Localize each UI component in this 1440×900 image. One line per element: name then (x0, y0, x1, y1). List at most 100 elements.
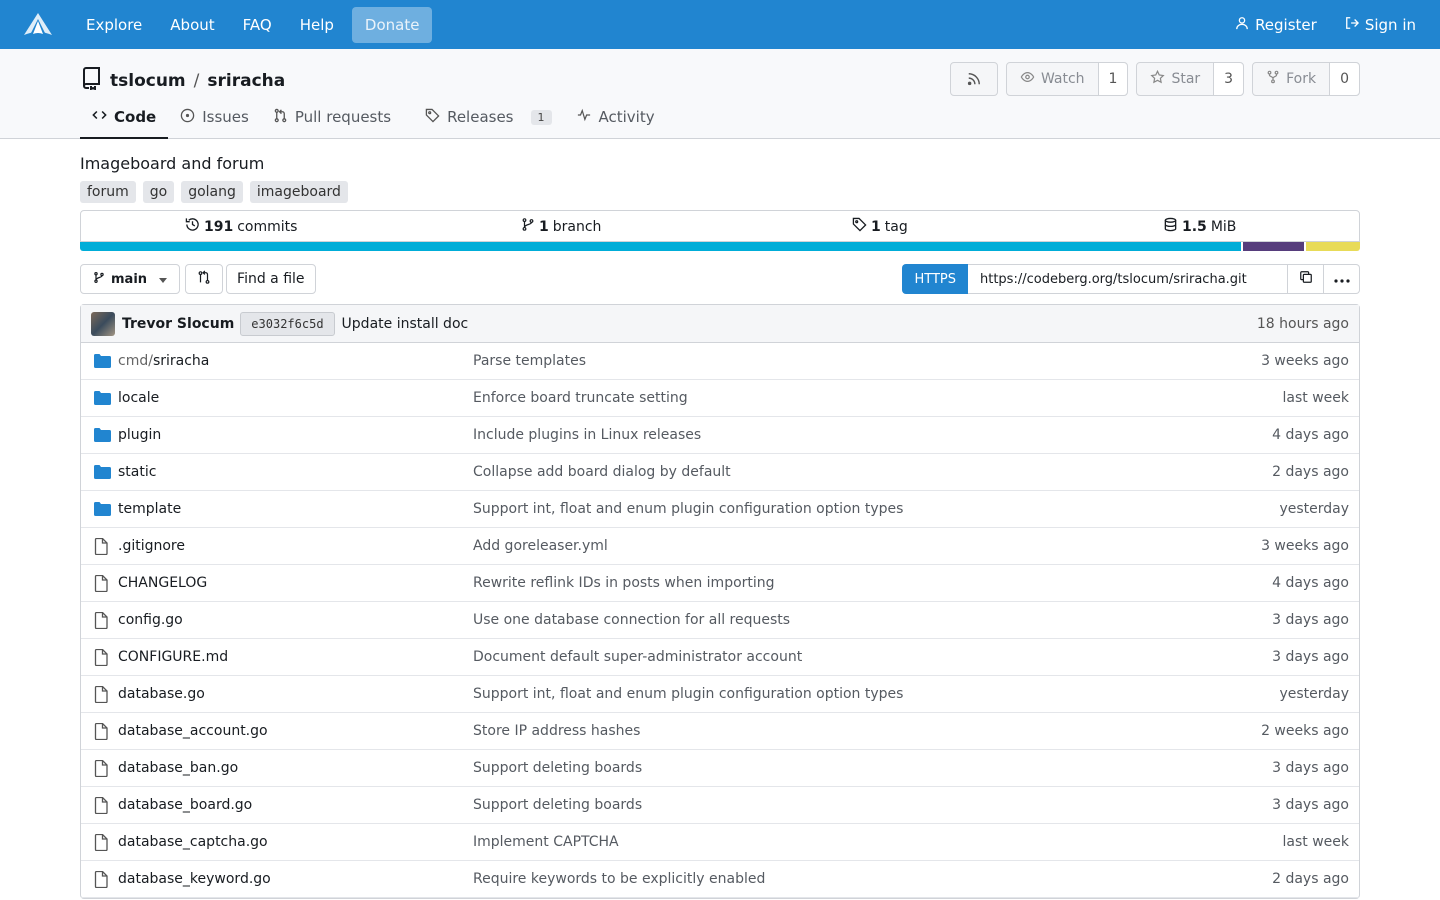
watch-count[interactable]: 1 (1097, 63, 1128, 95)
commit-message[interactable]: Update install doc (342, 316, 469, 332)
database-icon (1163, 217, 1178, 236)
file-row: cmd/sriracha Parse templates 3 weeks ago (81, 343, 1359, 380)
branch-selector[interactable]: main (80, 264, 181, 294)
file-name-link[interactable]: database_board.go (118, 797, 473, 813)
fork-count[interactable]: 0 (1329, 63, 1359, 95)
language-segment[interactable] (1243, 242, 1305, 251)
file-name-link[interactable]: template (118, 501, 473, 517)
language-segment[interactable] (1306, 242, 1360, 251)
commit-author[interactable]: Trevor Slocum (122, 316, 234, 332)
compare-button[interactable] (185, 264, 224, 294)
file-row: database_account.go Store IP address hash… (81, 713, 1359, 750)
file-commit-message[interactable]: Store IP address hashes (473, 723, 1261, 739)
topic-tag[interactable]: golang (181, 181, 243, 203)
watch-button[interactable]: Watch (1007, 63, 1098, 95)
find-file-button[interactable]: Find a file (226, 264, 316, 294)
star-count[interactable]: 3 (1213, 63, 1244, 95)
file-commit-time: 3 weeks ago (1261, 353, 1349, 369)
clone-url-input[interactable] (968, 264, 1288, 294)
rss-icon (951, 63, 997, 95)
avatar[interactable] (91, 311, 115, 336)
branches-stat[interactable]: 1 branch (521, 217, 601, 236)
repo-owner-link[interactable]: tslocum (110, 71, 186, 91)
codeberg-logo-icon[interactable] (22, 9, 54, 41)
tags-stat[interactable]: 1 tag (852, 217, 908, 236)
file-commit-message[interactable]: Parse templates (473, 353, 1261, 369)
file-name-link[interactable]: database.go (118, 686, 473, 702)
file-name-link[interactable]: static (118, 464, 473, 480)
top-navbar: Explore About FAQ Help Donate Register S… (0, 0, 1440, 49)
file-name: plugin (118, 427, 162, 443)
rss-button[interactable] (949, 62, 998, 96)
copy-url-button[interactable] (1288, 264, 1324, 294)
nav-faq[interactable]: FAQ (229, 8, 286, 42)
file-commit-message[interactable]: Support deleting boards (473, 760, 1272, 776)
file-name-link[interactable]: cmd/sriracha (118, 353, 473, 369)
file-name-link[interactable]: CHANGELOG (118, 575, 473, 591)
file-commit-message[interactable]: Include plugins in Linux releases (473, 427, 1272, 443)
file-row: template Support int, float and enum plug… (81, 491, 1359, 528)
folder-icon (94, 428, 118, 442)
file-commit-message[interactable]: Use one database connection for all requ… (473, 612, 1272, 628)
file-name-link[interactable]: database_ban.go (118, 760, 473, 776)
file-row: CONFIGURE.md Document default super-admin… (81, 639, 1359, 676)
file-name-link[interactable]: .gitignore (118, 538, 473, 554)
nav-help[interactable]: Help (286, 8, 348, 42)
repo-name-link[interactable]: sriracha (207, 71, 285, 91)
file-name-link[interactable]: locale (118, 390, 473, 406)
file-name: config.go (118, 612, 183, 628)
file-commit-message[interactable]: Support int, float and enum plugin confi… (473, 686, 1279, 702)
folder-icon (94, 502, 118, 516)
tab-releases[interactable]: Releases 1 (413, 97, 563, 139)
file-commit-message[interactable]: Collapse add board dialog by default (473, 464, 1272, 480)
tab-activity[interactable]: Activity (564, 97, 667, 139)
code-icon (92, 108, 107, 126)
file-name: CONFIGURE.md (118, 649, 229, 665)
tab-code[interactable]: Code (80, 97, 169, 139)
file-name-link[interactable]: CONFIGURE.md (118, 649, 473, 665)
file-commit-message[interactable]: Add goreleaser.yml (473, 538, 1261, 554)
nav-explore[interactable]: Explore (72, 8, 156, 42)
file-commit-message[interactable]: Document default super-administrator acc… (473, 649, 1272, 665)
fork-button-group: Fork 0 (1252, 62, 1360, 96)
language-segment[interactable] (80, 242, 1242, 251)
kebab-horizontal-icon (1333, 271, 1350, 287)
size-unit: MiB (1210, 218, 1237, 235)
file-name-link[interactable]: database_keyword.go (118, 871, 473, 887)
file-icon (94, 611, 118, 629)
file-row: database_board.go Support deleting boards… (81, 787, 1359, 824)
language-bar[interactable] (80, 242, 1360, 251)
file-name-link[interactable]: database_account.go (118, 723, 473, 739)
topic-tag[interactable]: imageboard (249, 181, 348, 203)
file-commit-message[interactable]: Support deleting boards (473, 797, 1272, 813)
https-clone-button[interactable]: HTTPS (902, 264, 968, 294)
file-name-link[interactable]: plugin (118, 427, 473, 443)
file-name-link[interactable]: config.go (118, 612, 473, 628)
topic-tag[interactable]: go (142, 181, 175, 203)
file-rows: cmd/sriracha Parse templates 3 weeks ago lo… (81, 343, 1359, 898)
file-commit-message[interactable]: Implement CAPTCHA (473, 834, 1283, 850)
file-commit-message[interactable]: Rewrite reflink IDs in posts when import… (473, 575, 1272, 591)
tab-pull-requests[interactable]: Pull requests (261, 97, 403, 139)
file-commit-message[interactable]: Support int, float and enum plugin confi… (473, 501, 1279, 517)
pull-request-icon (273, 108, 288, 127)
file-name: database.go (118, 686, 205, 702)
file-name-link[interactable]: database_captcha.go (118, 834, 473, 850)
file-name: database_board.go (118, 797, 253, 813)
repo-title: tslocum / sriracha (80, 66, 285, 95)
star-button[interactable]: Star (1137, 63, 1213, 95)
commits-stat[interactable]: 191 commits (185, 217, 297, 236)
tab-issues[interactable]: Issues (168, 97, 261, 139)
file-commit-message[interactable]: Enforce board truncate setting (473, 390, 1283, 406)
more-options-button[interactable] (1324, 264, 1360, 294)
file-icon (94, 722, 118, 740)
history-icon (185, 217, 200, 236)
register-link[interactable]: Register (1221, 8, 1331, 42)
fork-button[interactable]: Fork (1253, 63, 1329, 95)
file-commit-message[interactable]: Require keywords to be explicitly enable… (473, 871, 1272, 887)
topic-tag[interactable]: forum (80, 181, 136, 203)
donate-button[interactable]: Donate (351, 6, 433, 43)
nav-about[interactable]: About (156, 8, 228, 42)
commit-sha[interactable]: e3032f6c5d (240, 311, 335, 336)
signin-link[interactable]: Sign in (1331, 8, 1430, 42)
